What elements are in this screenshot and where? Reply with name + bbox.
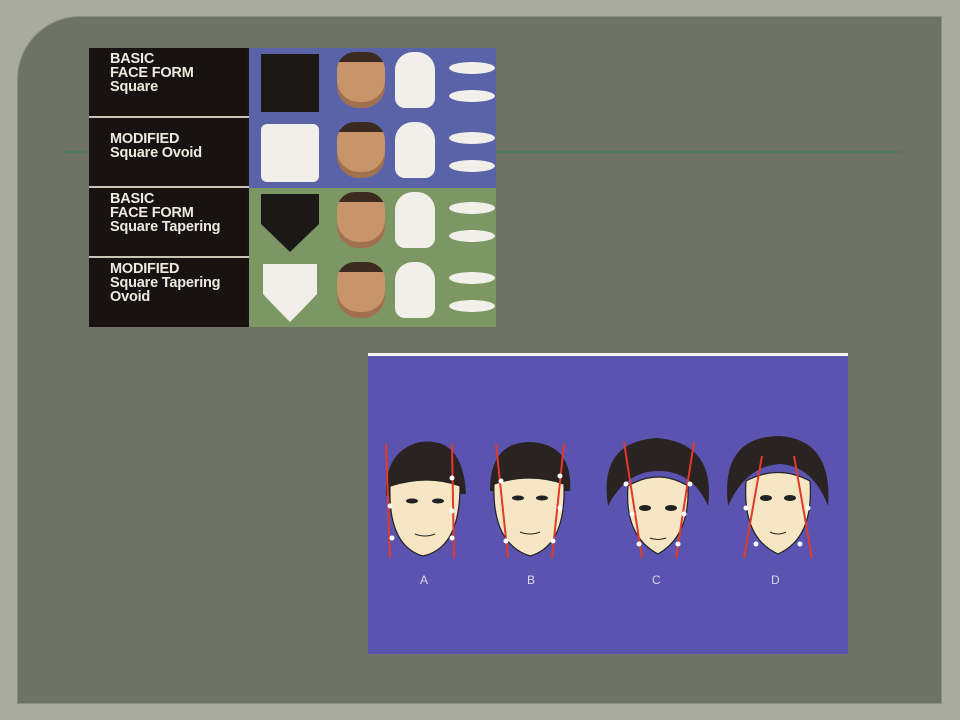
tapering-shape — [261, 194, 319, 252]
tooth-outline — [395, 262, 435, 318]
chart-row-square-ovoid: MODIFIED Square Ovoid — [89, 118, 496, 188]
tapering-ovoid-shape — [263, 264, 317, 322]
label-b: B — [527, 573, 535, 587]
row-label: MODIFIED Square Tapering Ovoid — [89, 258, 247, 327]
chart-row-square: BASIC FACE FORM Square — [89, 48, 496, 118]
arch-outline — [449, 272, 495, 284]
tooth-outline — [395, 52, 435, 108]
face-d — [727, 436, 829, 559]
chart-row-square-tapering-ovoid: MODIFIED Square Tapering Ovoid — [89, 258, 496, 327]
row-label: BASIC FACE FORM Square Tapering — [89, 188, 247, 258]
face-photo — [337, 262, 385, 318]
label-a: A — [420, 573, 428, 587]
arch-outline — [449, 300, 495, 312]
arch-outline — [449, 90, 495, 102]
arch-outline — [449, 132, 495, 144]
row-panel — [249, 188, 496, 258]
face-photo — [337, 52, 385, 108]
face-b — [490, 442, 571, 559]
tooth-outline — [395, 122, 435, 178]
label-c: C — [652, 573, 661, 587]
rounded-square-shape — [261, 124, 319, 182]
square-shape — [261, 54, 319, 112]
arch-outline — [449, 202, 495, 214]
face-photo — [337, 122, 385, 178]
arch-outline — [449, 160, 495, 172]
face-form-chart-image: BASIC FACE FORM Square MODIFIED Square O… — [89, 48, 496, 327]
row-label: BASIC FACE FORM Square — [89, 48, 247, 118]
row-panel — [249, 118, 496, 188]
row-panel — [249, 258, 496, 327]
arch-outline — [449, 230, 495, 242]
face-photo — [337, 192, 385, 248]
label-d: D — [771, 573, 780, 587]
face-a — [385, 441, 466, 559]
faces-drawing: A B C D — [385, 436, 829, 587]
face-c — [606, 438, 709, 559]
tooth-outline — [395, 192, 435, 248]
face-outlines-image: A B C D — [368, 353, 848, 654]
row-panel — [249, 48, 496, 118]
arch-outline — [449, 62, 495, 74]
row-label: MODIFIED Square Ovoid — [89, 118, 247, 188]
chart-row-square-tapering: BASIC FACE FORM Square Tapering — [89, 188, 496, 258]
